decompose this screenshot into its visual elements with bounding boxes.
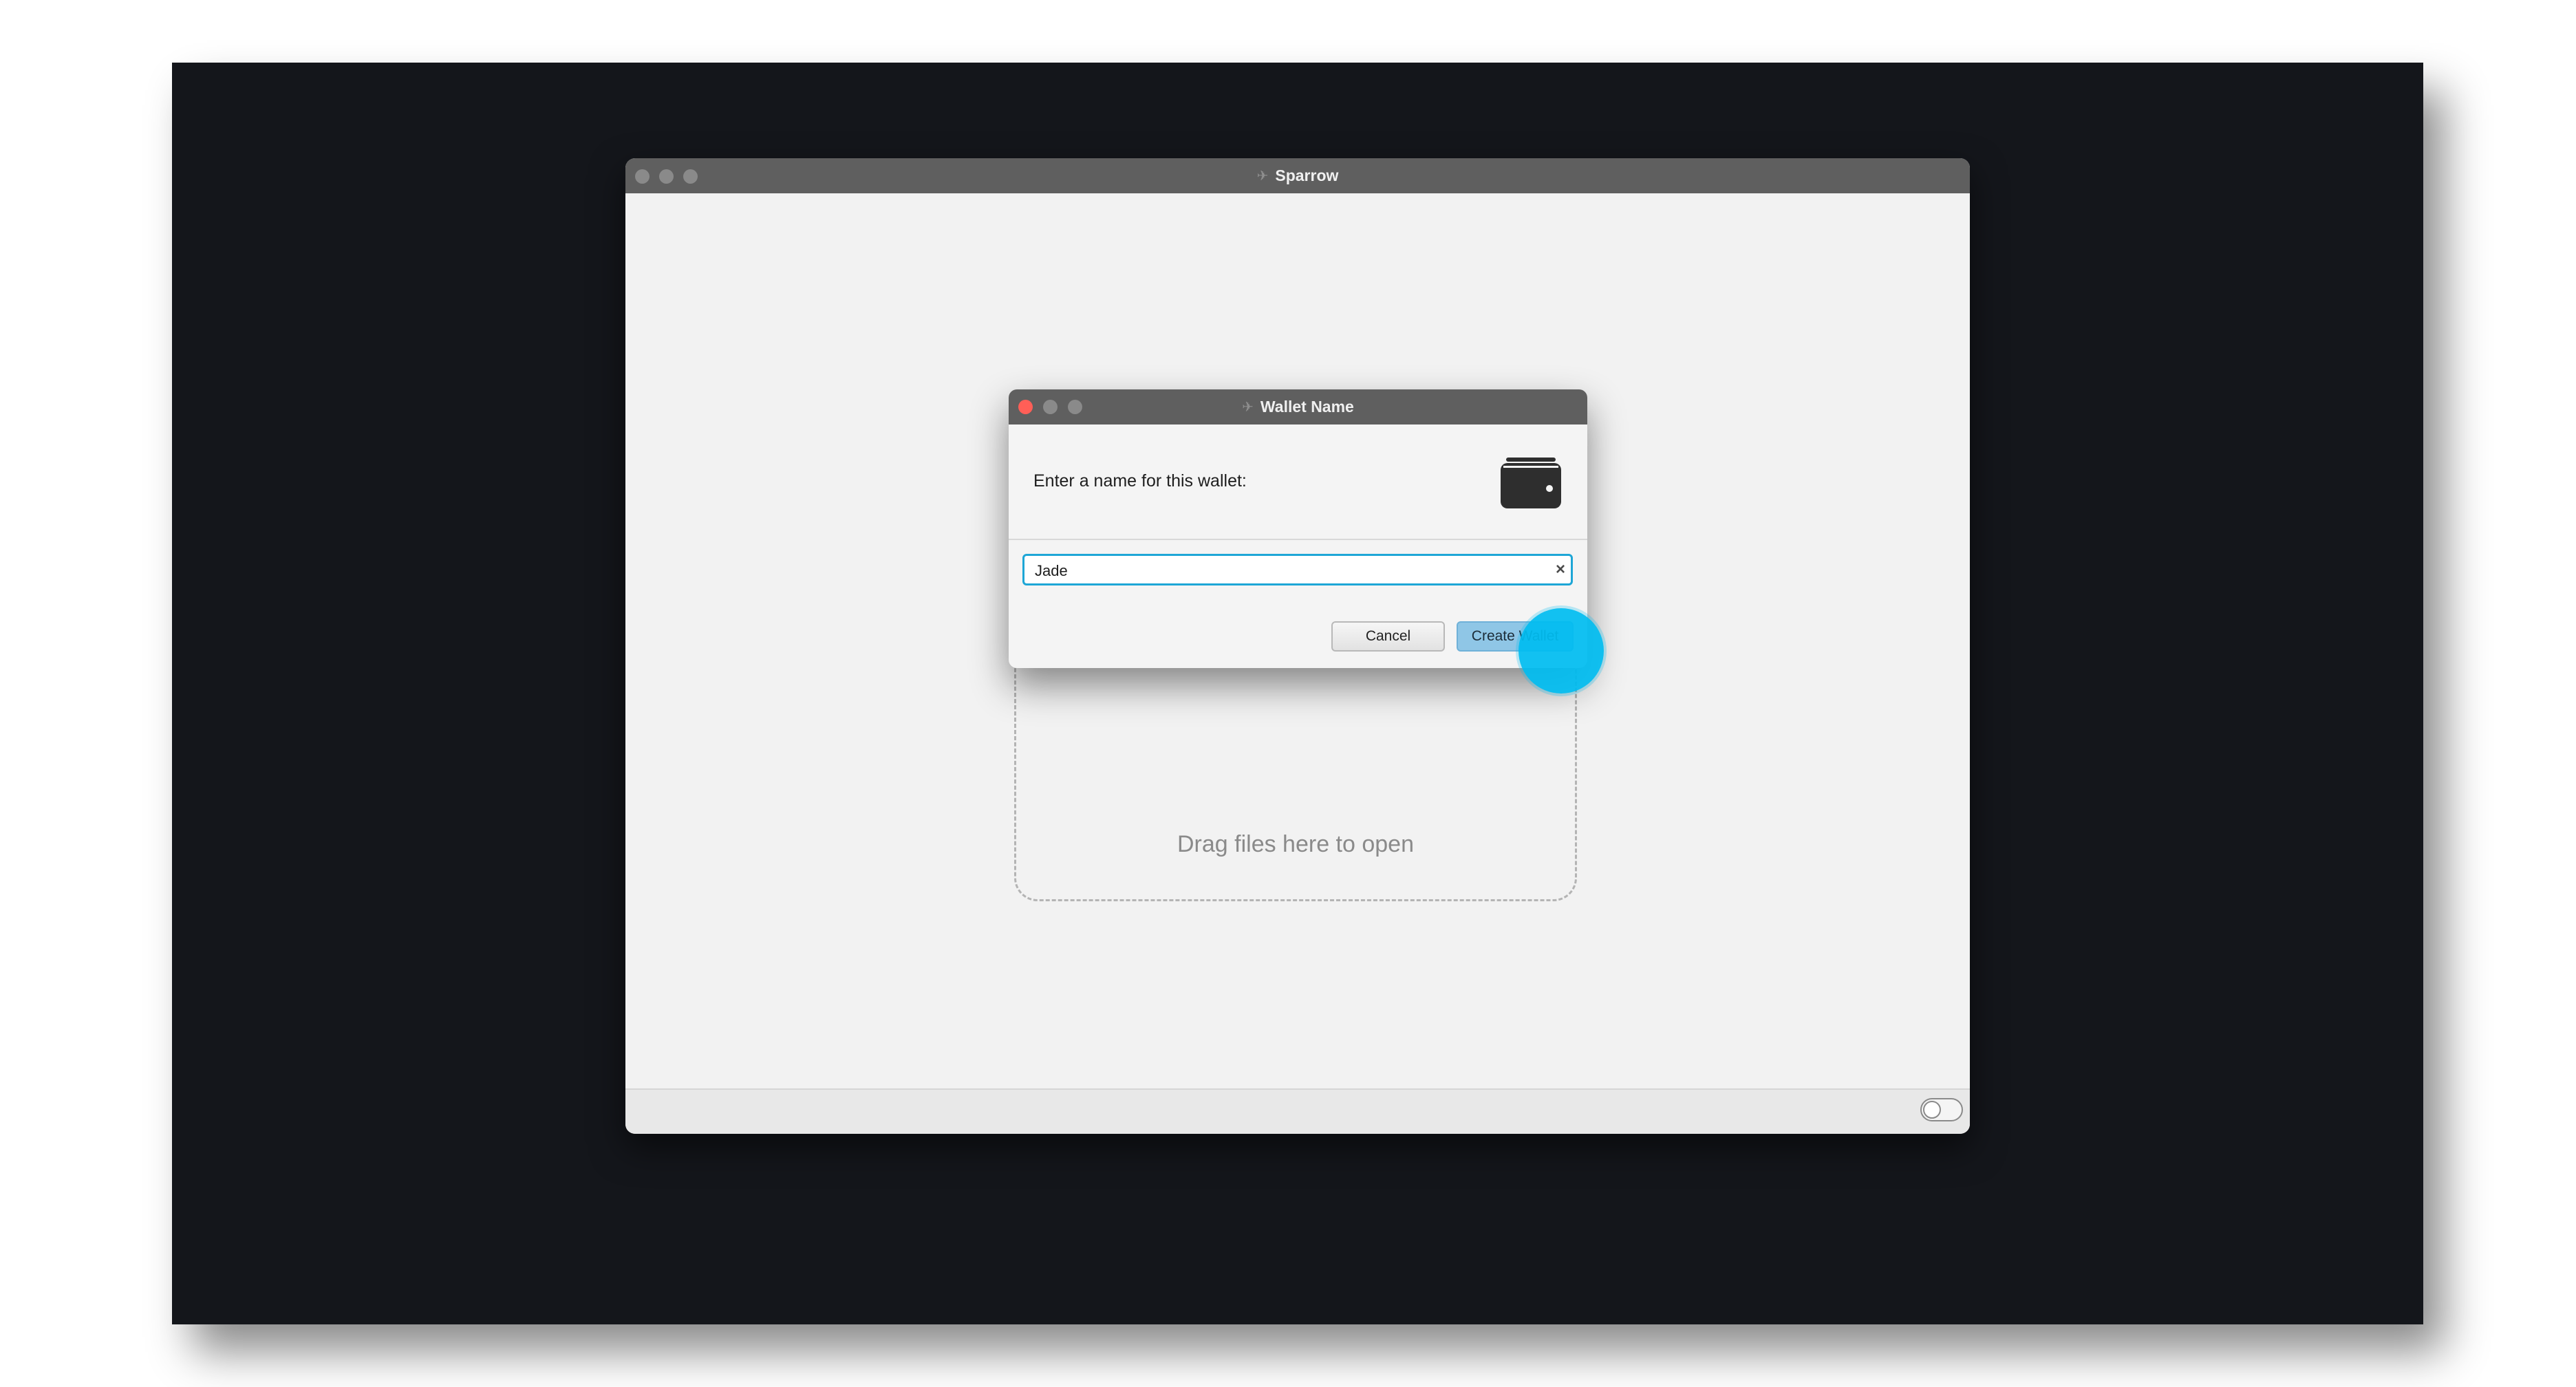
zoom-window-button[interactable]	[683, 169, 698, 184]
dialog-close-button[interactable]	[1018, 400, 1033, 414]
close-window-button[interactable]	[635, 169, 650, 184]
minimize-window-button[interactable]	[659, 169, 674, 184]
connection-toggle[interactable]	[1920, 1098, 1963, 1121]
window-controls	[635, 169, 698, 184]
dialog-title: Wallet Name	[1260, 398, 1354, 416]
dialog-window-controls	[1018, 400, 1082, 414]
sparrow-app-icon: ✈	[1256, 169, 1269, 184]
wallet-name-dialog: ✈ Wallet Name Enter a name for this wall…	[1009, 389, 1587, 668]
dialog-zoom-button[interactable]	[1068, 400, 1082, 414]
wallet-name-prompt: Enter a name for this wallet:	[1033, 471, 1247, 491]
wallet-icon	[1501, 458, 1561, 508]
title-group: ✈ Sparrow	[1257, 166, 1339, 185]
dialog-title-group: ✈ Wallet Name	[1242, 398, 1354, 416]
dialog-titlebar[interactable]: ✈ Wallet Name	[1009, 389, 1587, 424]
status-bar	[625, 1088, 1970, 1134]
clear-icon[interactable]: ×	[1556, 560, 1565, 579]
main-window-title: Sparrow	[1275, 166, 1339, 184]
dialog-header: Enter a name for this wallet:	[1009, 424, 1587, 540]
toggle-knob	[1923, 1101, 1941, 1119]
sparrow-app-icon: ✈	[1242, 400, 1254, 415]
cancel-button[interactable]: Cancel	[1331, 621, 1445, 652]
main-titlebar[interactable]: ✈ Sparrow	[625, 158, 1970, 193]
dialog-minimize-button[interactable]	[1043, 400, 1058, 414]
wallet-name-input[interactable]: Jade ×	[1022, 554, 1573, 585]
click-indicator	[1518, 608, 1604, 694]
drop-zone-label: Drag files here to open	[1177, 831, 1414, 857]
wallet-name-value: Jade	[1035, 562, 1068, 579]
